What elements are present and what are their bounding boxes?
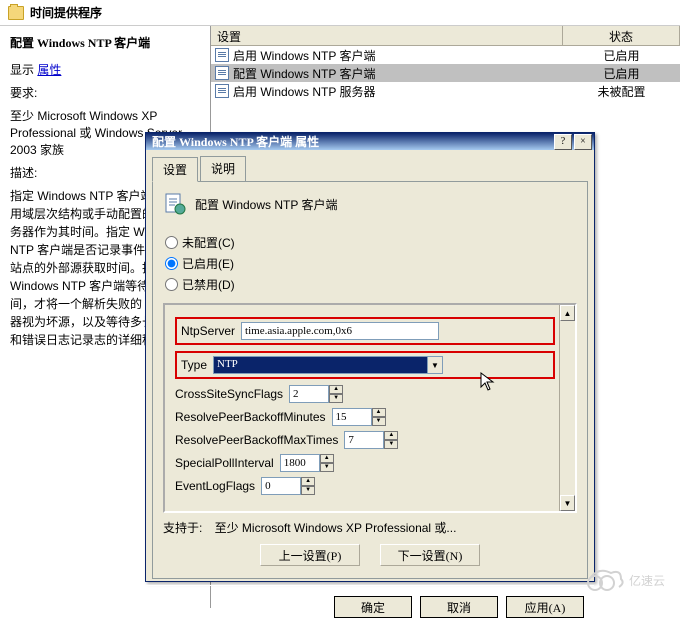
close-button[interactable]: × [574,134,592,150]
crosssite-label: CrossSiteSyncFlags [175,387,283,401]
properties-link[interactable]: 属性 [37,63,61,77]
tab-panel: 配置 Windows NTP 客户端 未配置(C) 已启用(E) 已禁用(D) … [152,181,588,579]
eventlog-label: EventLogFlags [175,479,255,493]
policy-icon [215,48,229,62]
dialog-title: 配置 Windows NTP 客户端 属性 [152,133,319,150]
next-setting-button[interactable]: 下一设置(N) [380,544,480,566]
dialog-titlebar[interactable]: 配置 Windows NTP 客户端 属性 ? × [146,133,594,150]
radio-disabled[interactable]: 已禁用(D) [165,276,577,293]
ok-button[interactable]: 确定 [334,596,412,618]
ntpserver-label: NtpServer [181,324,235,338]
eventlog-spinner[interactable]: ▲▼ [261,477,315,495]
grid-row-2[interactable]: 启用 Windows NTP 服务器 未被配置 [211,82,680,100]
grid-row-1[interactable]: 配置 Windows NTP 客户端 已启用 [211,64,680,82]
type-label: Type [181,358,207,372]
left-heading: 配置 Windows NTP 客户端 [10,34,200,51]
cursor-icon [480,372,496,395]
resolvemin-spinner[interactable]: ▲▼ [332,408,386,426]
ntpserver-input[interactable] [241,322,439,340]
scrollbar[interactable]: ▲ ▼ [559,305,575,511]
radio-enabled[interactable]: 已启用(E) [165,255,577,272]
grid-header: 设置 状态 [211,26,680,46]
resolvemax-label: ResolvePeerBackoffMaxTimes [175,433,338,447]
panel-header-text: 配置 Windows NTP 客户端 [195,196,337,213]
cancel-button[interactable]: 取消 [420,596,498,618]
policy-panel-icon [163,192,187,216]
crosssite-spinner[interactable]: ▲▼ [289,385,343,403]
watermark: 亿速云 [585,567,665,593]
tab-explain[interactable]: 说明 [200,156,246,181]
resolvemin-label: ResolvePeerBackoffMinutes [175,410,326,424]
properties-dialog: 配置 Windows NTP 客户端 属性 ? × 设置 说明 配置 Windo… [145,132,595,582]
explorer-title: 时间提供程序 [30,4,102,21]
requirements-label: 要求: [10,84,200,101]
poll-spinner[interactable]: ▲▼ [280,454,334,472]
folder-icon [8,6,24,20]
policy-icon [215,84,229,98]
resolvemax-spinner[interactable]: ▲▼ [344,431,398,449]
dialog-tabs: 设置 说明 [146,150,594,181]
col-setting[interactable]: 设置 [211,26,563,45]
tab-setting[interactable]: 设置 [152,157,198,182]
help-button[interactable]: ? [554,134,572,150]
type-combo[interactable]: NTP ▼ [213,356,443,374]
col-status[interactable]: 状态 [563,26,680,45]
apply-button[interactable]: 应用(A) [506,596,584,618]
grid-row-0[interactable]: 启用 Windows NTP 客户端 已启用 [211,46,680,64]
prev-setting-button[interactable]: 上一设置(P) [260,544,360,566]
supported-label: 支持于: [163,521,202,535]
supported-value: 至少 Microsoft Windows XP Professional 或..… [215,521,457,535]
settings-scroll-area: NtpServer Type NTP ▼ CrossSiteSyncFlags … [163,303,577,513]
show-label: 显示 [10,63,34,77]
chevron-down-icon[interactable]: ▼ [427,356,443,374]
type-highlight: Type NTP ▼ [175,351,555,379]
poll-label: SpecialPollInterval [175,456,274,470]
scroll-down-icon[interactable]: ▼ [560,495,575,511]
explorer-header: 时间提供程序 [0,0,680,26]
policy-icon [215,66,229,80]
ntpserver-highlight: NtpServer [175,317,555,345]
scroll-up-icon[interactable]: ▲ [560,305,575,321]
radio-not-configured[interactable]: 未配置(C) [165,234,577,251]
